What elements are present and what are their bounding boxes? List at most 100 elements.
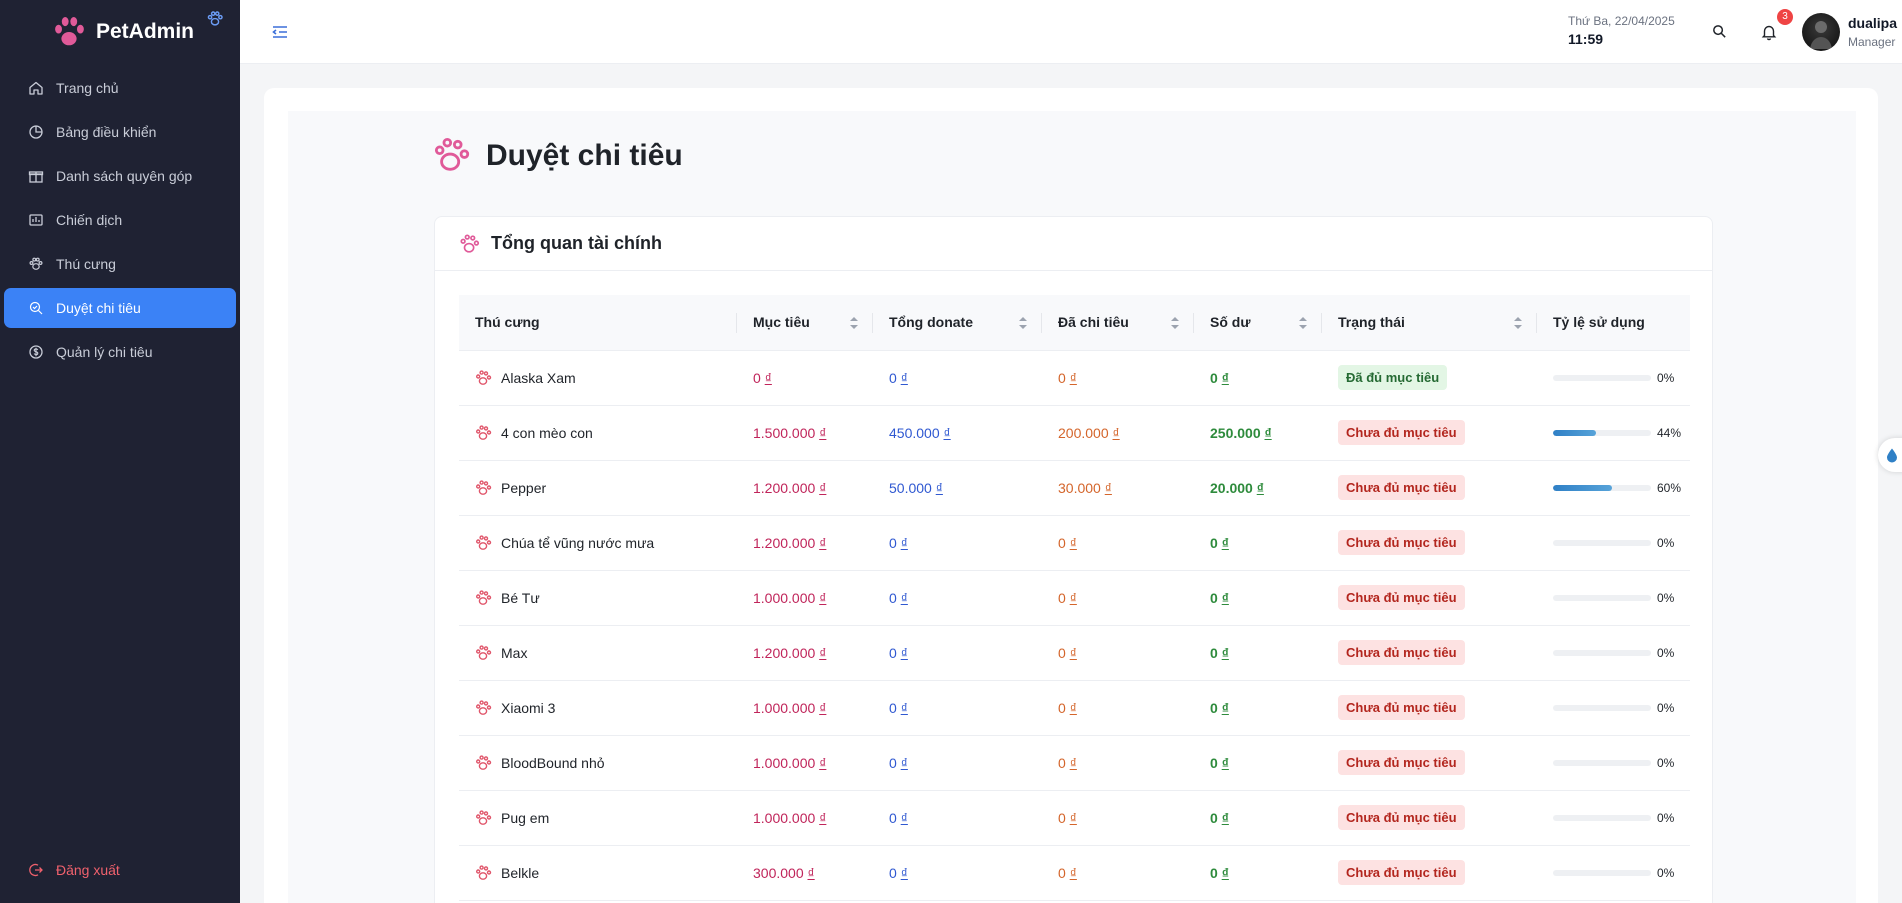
cell-status: Chưa đủ mục tiêu xyxy=(1322,845,1537,901)
cell-donate: 0 ₫ xyxy=(873,845,1042,901)
sort-icon[interactable] xyxy=(1298,316,1308,330)
search-icon[interactable] xyxy=(1711,23,1728,40)
usage-progress: 0% xyxy=(1553,591,1690,605)
cell-pet: 4 con mèo con xyxy=(459,405,737,461)
spent-amount: 0 xyxy=(1058,699,1066,716)
cell-balance: 0 ₫ xyxy=(1194,515,1322,571)
column-header-donate[interactable]: Tổng donate xyxy=(873,295,1042,351)
user-avatar[interactable] xyxy=(1802,13,1840,51)
floating-side-tab[interactable] xyxy=(1878,438,1902,472)
approve-icon xyxy=(29,301,43,315)
cell-donate: 0 ₫ xyxy=(873,680,1042,736)
currency-symbol: ₫ xyxy=(1221,699,1229,716)
usage-percent: 0% xyxy=(1657,590,1675,605)
table-row[interactable]: 4 con mèo con 1.500.000 ₫ 450.000 ₫ 200.000… xyxy=(459,405,1690,461)
paw-card-icon xyxy=(460,233,480,253)
currency-symbol: ₫ xyxy=(900,699,908,716)
currency-symbol: ₫ xyxy=(819,644,827,661)
app-logo[interactable]: PetAdmin xyxy=(50,12,194,52)
sidebar-item-pets[interactable]: Thú cưng xyxy=(4,244,236,284)
usage-progress: 44% xyxy=(1553,426,1690,440)
card-header: Tổng quan tài chính xyxy=(435,217,1712,271)
pet-name: BloodBound nhỏ xyxy=(501,754,605,771)
usage-track xyxy=(1553,869,1651,876)
bell-icon[interactable] xyxy=(1760,23,1778,41)
cell-spent: 0 ₫ xyxy=(1042,350,1194,406)
logout-button[interactable]: Đăng xuất xyxy=(4,850,236,890)
sidebar-item-label: Chiến dịch xyxy=(56,212,123,228)
currency-symbol: ₫ xyxy=(819,424,827,441)
cell-status: Chưa đủ mục tiêu xyxy=(1322,460,1537,516)
paw-toggle-icon[interactable] xyxy=(206,10,224,28)
table-row[interactable]: Chúa tể vũng nước mưa 1.200.000 ₫ 0 ₫ 0 ₫ 0 … xyxy=(459,515,1690,571)
sort-icon[interactable] xyxy=(1018,316,1028,330)
cell-pet: BloodBound nhỏ xyxy=(459,735,737,791)
cell-balance: 0 ₫ xyxy=(1194,680,1322,736)
user-name[interactable]: dualipa xyxy=(1848,15,1897,31)
currency-symbol: ₫ xyxy=(1069,534,1077,551)
usage-percent: 0% xyxy=(1657,370,1675,385)
pet-cell: Bé Tư xyxy=(475,589,737,607)
page-title: Duyệt chi tiêu xyxy=(486,139,683,172)
notification-badge: 3 xyxy=(1777,9,1793,25)
column-header-balance[interactable]: Số dư xyxy=(1194,295,1322,351)
cell-usage: 0% xyxy=(1537,845,1690,901)
column-header-status[interactable]: Trạng thái xyxy=(1322,295,1537,351)
goal-amount: 0 xyxy=(753,369,761,386)
sidebar-item-dashboard[interactable]: Bảng điều khiển xyxy=(4,112,236,152)
card-title: Tổng quan tài chính xyxy=(491,233,662,253)
table-row[interactable]: Bé Tư 1.000.000 ₫ 0 ₫ 0 ₫ 0 ₫ Chưa đủ mục tiê… xyxy=(459,570,1690,626)
table-row[interactable]: Max 1.200.000 ₫ 0 ₫ 0 ₫ 0 ₫ Chưa đủ mục tiêu 0… xyxy=(459,625,1690,681)
cell-status: Chưa đủ mục tiêu xyxy=(1322,405,1537,461)
table-row[interactable]: BloodBound nhỏ 1.000.000 ₫ 0 ₫ 0 ₫ 0 ₫ Chưa đ… xyxy=(459,735,1690,791)
column-header-goal[interactable]: Mục tiêu xyxy=(737,295,873,351)
column-label: Trạng thái xyxy=(1338,314,1405,331)
sidebar-item-campaigns[interactable]: Chiến dịch xyxy=(4,200,236,240)
table-row[interactable]: Belkle 300.000 ₫ 0 ₫ 0 ₫ 0 ₫ Chưa đủ mục tiêu… xyxy=(459,845,1690,901)
cell-status: Đã đủ mục tiêu xyxy=(1322,350,1537,406)
table-row[interactable]: Xiaomi 3 1.000.000 ₫ 0 ₫ 0 ₫ 0 ₫ Chưa đủ mục … xyxy=(459,680,1690,736)
usage-progress: 0% xyxy=(1553,756,1690,770)
table-row[interactable]: Pepper 1.200.000 ₫ 50.000 ₫ 30.000 ₫ 20.000 … xyxy=(459,460,1690,516)
column-header-usage[interactable]: Tỷ lệ sử dụng xyxy=(1537,295,1690,351)
currency-symbol: ₫ xyxy=(819,699,827,716)
sort-icon[interactable] xyxy=(1513,316,1523,330)
column-header-spent[interactable]: Đã chi tiêu xyxy=(1042,295,1194,351)
donate-amount: 450.000 xyxy=(889,424,940,441)
table-row[interactable]: Pug em 1.000.000 ₫ 0 ₫ 0 ₫ 0 ₫ Chưa đủ mục ti… xyxy=(459,790,1690,846)
sidebar-item-home[interactable]: Trang chủ xyxy=(4,68,236,108)
pet-cell: Pepper xyxy=(475,479,737,497)
currency-symbol: ₫ xyxy=(1069,369,1077,386)
usage-track xyxy=(1553,759,1651,766)
top-header: Thứ Ba, 22/04/2025 11:59 3 dualipa Manag… xyxy=(240,0,1902,64)
donate-amount: 0 xyxy=(889,699,897,716)
sort-icon[interactable] xyxy=(1170,316,1180,330)
table-row[interactable]: Alaska Xam 0 ₫ 0 ₫ 0 ₫ 0 ₫ Đã đủ mục tiêu 0% xyxy=(459,350,1690,406)
cell-balance: 0 ₫ xyxy=(1194,845,1322,901)
column-header-pet[interactable]: Thú cưng xyxy=(459,295,737,351)
cell-donate: 50.000 ₫ xyxy=(873,460,1042,516)
donate-amount: 0 xyxy=(889,809,897,826)
user-role: Manager xyxy=(1848,35,1896,49)
cell-usage: 60% xyxy=(1537,460,1690,516)
usage-track xyxy=(1553,814,1651,821)
currency-symbol: ₫ xyxy=(1069,644,1077,661)
home-icon xyxy=(29,81,43,95)
currency-symbol: ₫ xyxy=(1221,589,1229,606)
sort-icon[interactable] xyxy=(849,316,859,330)
status-badge: Chưa đủ mục tiêu xyxy=(1338,860,1465,885)
pet-cell: Max xyxy=(475,644,737,662)
cell-goal: 1.000.000 ₫ xyxy=(737,790,873,846)
paw-row-icon xyxy=(476,699,492,715)
cell-balance: 20.000 ₫ xyxy=(1194,460,1322,516)
currency-symbol: ₫ xyxy=(1256,479,1264,496)
sidebar-item-manage-spending[interactable]: Quản lý chi tiêu xyxy=(4,332,236,372)
sidebar-item-donations[interactable]: Danh sách quyên góp xyxy=(4,156,236,196)
cell-usage: 0% xyxy=(1537,625,1690,681)
currency-symbol: ₫ xyxy=(935,479,943,496)
cell-status: Chưa đủ mục tiêu xyxy=(1322,625,1537,681)
menu-collapse-icon[interactable] xyxy=(270,22,290,42)
cell-goal: 1.000.000 ₫ xyxy=(737,735,873,791)
sidebar-item-approve-spending[interactable]: Duyệt chi tiêu xyxy=(4,288,236,328)
cell-spent: 0 ₫ xyxy=(1042,570,1194,626)
